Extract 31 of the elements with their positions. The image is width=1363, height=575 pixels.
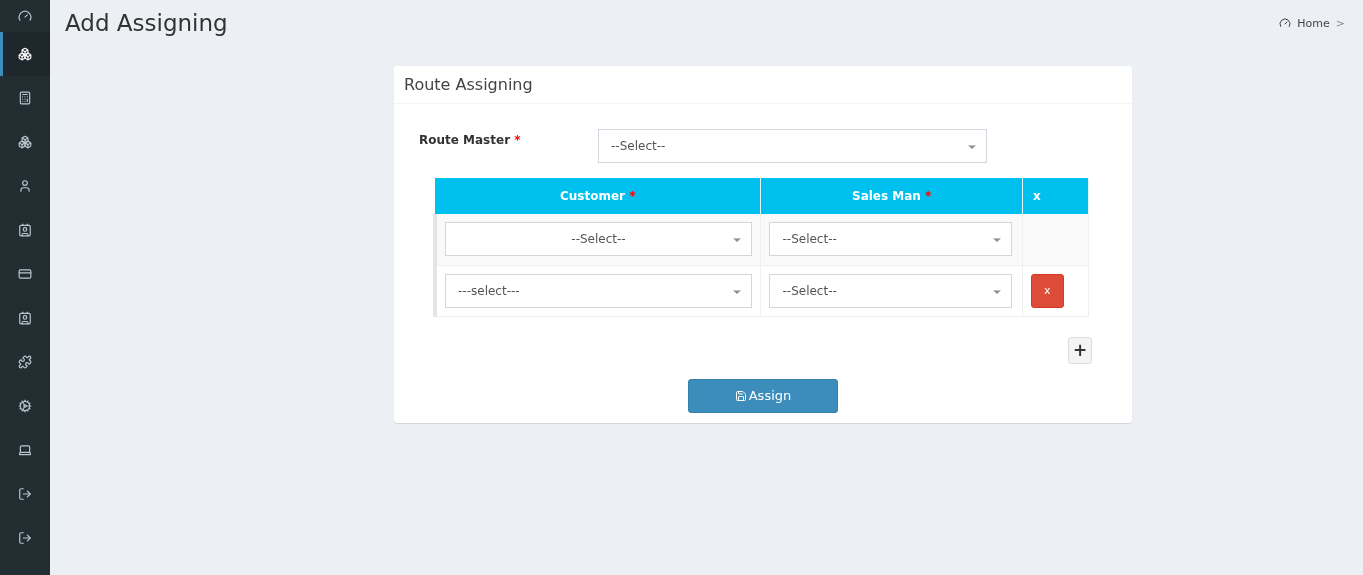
home-link[interactable]: Home [1297, 16, 1330, 30]
column-header: Sales Man * [761, 178, 1023, 214]
credit-card-icon [18, 267, 32, 281]
assign-button[interactable]: Assign [688, 378, 838, 413]
field-label: Route Master * [419, 132, 522, 147]
laptop-icon [18, 443, 32, 457]
save-icon [734, 389, 747, 402]
gauge-icon [18, 9, 32, 23]
customer-select[interactable]: ---select--- [445, 273, 752, 308]
puzzle-icon [18, 355, 32, 369]
card-title: Route Assigning [404, 75, 534, 94]
boxes-icon [18, 135, 32, 149]
salesman-select[interactable]: --Select-- [769, 222, 1013, 257]
page-title: Add Assigning [65, 10, 228, 36]
salesman-select[interactable]: --Select-- [769, 273, 1013, 308]
id-card-icon [18, 311, 32, 325]
boxes-icon [18, 47, 32, 61]
sidebar-item[interactable] [0, 32, 50, 76]
customer-select[interactable]: --Select-- [445, 222, 752, 257]
add-row-button[interactable]: + [1068, 336, 1092, 364]
sign-out-icon [18, 531, 32, 545]
sign-out-icon [18, 487, 32, 501]
id-card-icon [18, 223, 32, 237]
user-icon [18, 179, 32, 193]
gauge-icon [1279, 17, 1292, 29]
column-header: Customer * [435, 178, 761, 214]
route-master-select[interactable]: --Select-- [598, 129, 987, 163]
column-header: x [1022, 178, 1089, 214]
breadcrumb-separator: > [1335, 16, 1345, 30]
calculator-icon [18, 91, 32, 105]
remove-row-button[interactable]: x [1030, 273, 1064, 308]
